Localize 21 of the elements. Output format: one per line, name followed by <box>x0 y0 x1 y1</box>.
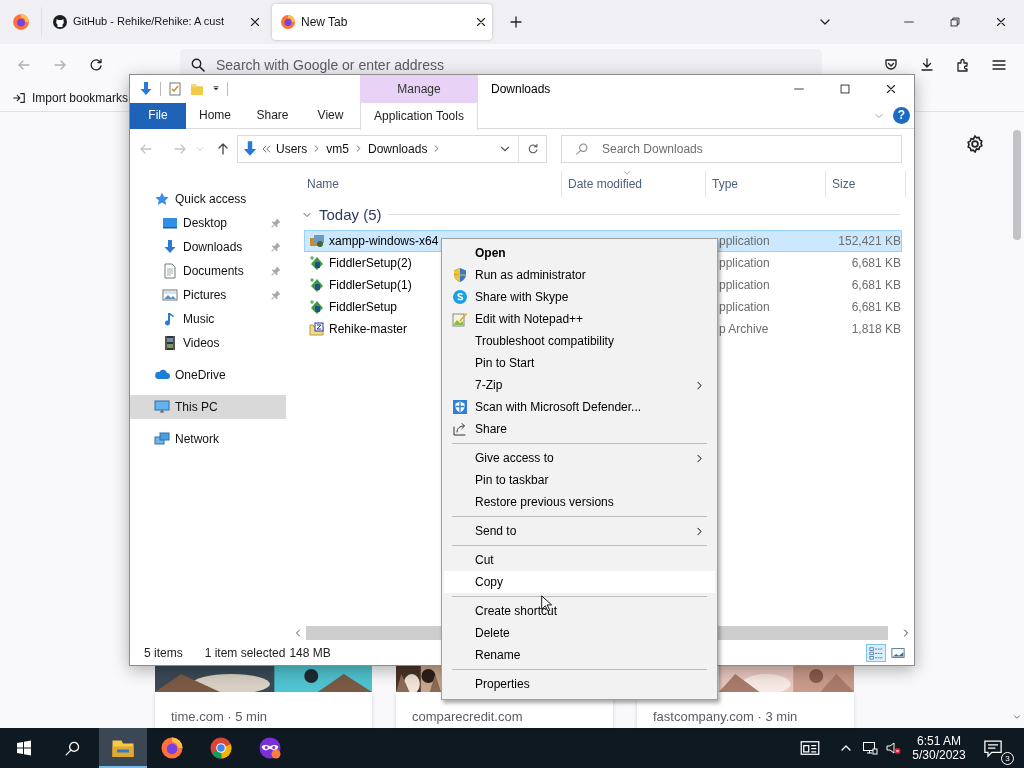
status-text: 1 item selected <box>204 645 286 661</box>
file-name: Rehike-master <box>329 321 408 337</box>
file-size: 1,818 KB <box>851 321 901 337</box>
window-title: Downloads <box>491 81 551 97</box>
status-text: 5 items <box>144 645 183 661</box>
file-type: pplication <box>719 299 770 315</box>
file-size: 152,421 KB <box>838 233 901 249</box>
notification-count: 3 <box>1001 752 1014 765</box>
file-type: pplication <box>719 233 770 249</box>
context-tab-header: Manage <box>360 75 478 103</box>
file-type: pplication <box>719 277 770 293</box>
file-type: p Archive <box>719 321 769 337</box>
file-size: 6,681 KB <box>851 255 901 271</box>
status-text: 148 MB <box>289 645 331 661</box>
file-size: 6,681 KB <box>851 277 901 293</box>
file-name: FiddlerSetup(2) <box>329 255 412 271</box>
file-name: xampp-windows-x64 <box>329 233 439 249</box>
file-type: pplication <box>719 255 770 271</box>
file-name: FiddlerSetup <box>329 299 398 315</box>
file-size: 6,681 KB <box>851 299 901 315</box>
file-name: FiddlerSetup(1) <box>329 277 412 293</box>
